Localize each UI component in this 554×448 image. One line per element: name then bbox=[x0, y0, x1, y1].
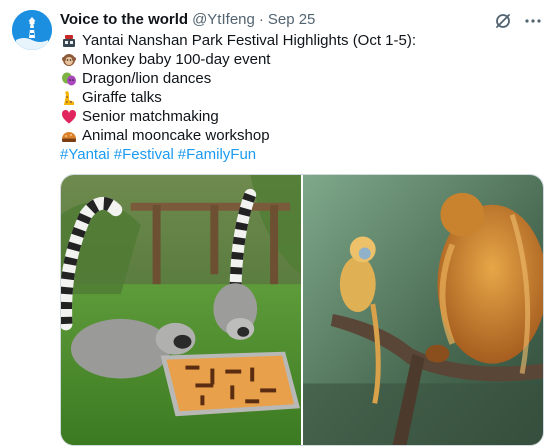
more-options-icon[interactable] bbox=[522, 10, 544, 32]
hashtag-line: #Yantai #Festival #FamilyFun bbox=[60, 145, 544, 164]
separator-dot: · bbox=[258, 11, 264, 28]
list-item: Dragon/lion dances bbox=[60, 69, 544, 88]
list-item: Monkey baby 100-day event bbox=[60, 50, 544, 69]
list-item-text: Dragon/lion dances bbox=[82, 70, 212, 87]
display-name[interactable]: Voice to the world bbox=[60, 10, 188, 30]
list-item-text: Animal mooncake workshop bbox=[82, 127, 270, 144]
hashtag-link[interactable]: #Yantai bbox=[60, 145, 110, 164]
tweet-card[interactable]: Voice to the world @YtIfeng · Sep 25 Yan… bbox=[0, 0, 554, 448]
media-grid bbox=[60, 174, 544, 446]
list-item-text: Giraffe talks bbox=[82, 89, 162, 106]
red-heart-emoji bbox=[60, 108, 78, 126]
user-handle[interactable]: @YtIfeng bbox=[192, 10, 255, 30]
mooncake-emoji bbox=[60, 127, 78, 145]
list-item: Animal mooncake workshop bbox=[60, 126, 544, 145]
lemur-photo[interactable] bbox=[61, 175, 301, 445]
timestamp[interactable]: Sep 25 bbox=[268, 10, 316, 30]
golden-monkey-photo[interactable] bbox=[303, 175, 543, 445]
hashtag-link[interactable]: #Festival bbox=[114, 145, 174, 164]
tweet-actions bbox=[492, 10, 544, 32]
list-item-text: Monkey baby 100-day event bbox=[82, 51, 271, 68]
list-item: Giraffe talks bbox=[60, 88, 544, 107]
tweet-text: Yantai Nanshan Park Festival Highlights … bbox=[60, 31, 544, 164]
monkey-emoji bbox=[60, 51, 78, 69]
tweet-title: Yantai Nanshan Park Festival Highlights … bbox=[82, 32, 417, 49]
title-line: Yantai Nanshan Park Festival Highlights … bbox=[60, 31, 544, 50]
list-item: Senior matchmaking bbox=[60, 107, 544, 126]
avatar[interactable] bbox=[12, 10, 52, 50]
tweet-header: Voice to the world @YtIfeng · Sep 25 bbox=[60, 10, 315, 30]
list-item-text: Senior matchmaking bbox=[82, 108, 219, 125]
ferris-wheel-emoji bbox=[60, 32, 78, 50]
grok-icon[interactable] bbox=[492, 10, 514, 32]
masks-emoji bbox=[60, 70, 78, 88]
hashtag-link[interactable]: #FamilyFun bbox=[178, 145, 256, 164]
lighthouse-logo-icon bbox=[12, 10, 52, 50]
giraffe-emoji bbox=[60, 89, 78, 107]
